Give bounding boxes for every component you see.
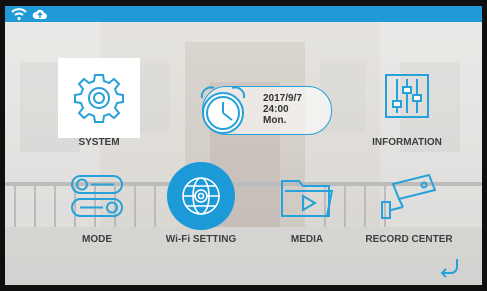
mode-text: MODE	[82, 234, 112, 245]
device-frame: SYSTEM 2017/9/7 24:00 Mon. INFORMATION M…	[0, 0, 487, 291]
wifi-setting-label: Wi-Fi SETTING	[151, 234, 251, 245]
record-center-button[interactable]	[379, 172, 441, 224]
alarm-clock-icon	[200, 86, 246, 134]
security-camera-icon	[381, 173, 437, 219]
mode-button[interactable]	[67, 171, 127, 221]
globe-gear-icon	[182, 177, 220, 215]
record-center-text: RECORD CENTER	[365, 234, 453, 245]
media-text: MEDIA	[290, 234, 324, 245]
back-arrow-icon[interactable]	[437, 255, 461, 279]
cloud-upload-icon	[32, 9, 47, 19]
system-button[interactable]	[58, 58, 140, 138]
clock-time: 24:00	[263, 104, 289, 115]
media-label: MEDIA	[270, 234, 344, 245]
sliders-icon	[385, 74, 429, 118]
wifi-setting-button[interactable]	[167, 162, 235, 230]
toggle-switches-icon	[71, 175, 123, 217]
media-button[interactable]	[277, 171, 337, 223]
information-text: INFORMATION	[372, 137, 442, 148]
wifi-icon	[11, 8, 27, 21]
clock-day: Mon.	[263, 115, 287, 126]
system-text: SYSTEM	[78, 137, 120, 148]
home-screen: SYSTEM 2017/9/7 24:00 Mon. INFORMATION M…	[5, 6, 482, 285]
wifi-setting-text: Wi-Fi SETTING	[165, 234, 237, 245]
information-label: INFORMATION	[357, 137, 457, 148]
clock-date: 2017/9/7	[263, 93, 302, 104]
status-bar	[5, 6, 482, 22]
media-folder-icon	[281, 180, 334, 217]
gear-icon	[74, 74, 124, 123]
information-button[interactable]	[377, 66, 437, 126]
mode-label: MODE	[57, 234, 137, 245]
system-label: SYSTEM	[58, 137, 140, 148]
record-center-label: RECORD CENTER	[351, 234, 467, 245]
